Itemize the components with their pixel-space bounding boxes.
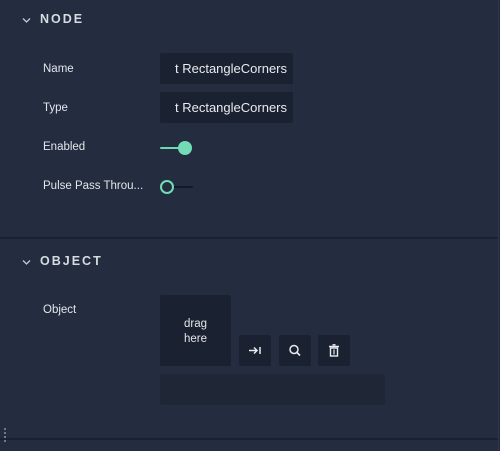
object-label: Object bbox=[43, 304, 77, 316]
section-divider-bottom bbox=[0, 438, 498, 440]
object-drop-zone[interactable]: drag here bbox=[160, 295, 231, 366]
inspector-panel: NODE Name t RectangleCorners Type t Rect… bbox=[0, 0, 499, 451]
enabled-label: Enabled bbox=[43, 141, 86, 153]
type-field[interactable]: t RectangleCorners bbox=[160, 92, 293, 123]
enabled-toggle-knob bbox=[178, 141, 192, 155]
object-section-title: OBJECT bbox=[40, 254, 103, 268]
arrow-to-line-icon bbox=[249, 346, 261, 355]
chevron-down-icon[interactable] bbox=[21, 257, 32, 268]
assign-button[interactable] bbox=[239, 335, 271, 366]
drop-zone-text: drag here bbox=[160, 317, 231, 347]
pulse-toggle-track bbox=[172, 186, 193, 188]
name-label: Name bbox=[43, 63, 74, 75]
chevron-down-icon[interactable] bbox=[21, 15, 32, 26]
pulse-pass-through-toggle[interactable] bbox=[160, 179, 194, 195]
object-section-header[interactable]: OBJECT bbox=[0, 250, 498, 276]
trash-icon bbox=[329, 344, 339, 357]
drop-zone-line-2: here bbox=[183, 333, 208, 345]
enabled-toggle[interactable] bbox=[160, 140, 194, 156]
node-section-title: NODE bbox=[40, 12, 85, 26]
pulse-pass-through-label: Pulse Pass Throu... bbox=[43, 180, 144, 192]
resize-grip-icon[interactable] bbox=[4, 428, 7, 446]
find-button[interactable] bbox=[279, 335, 311, 366]
type-value: t RectangleCorners bbox=[175, 100, 287, 115]
name-field[interactable]: t RectangleCorners bbox=[160, 53, 293, 84]
pulse-toggle-knob bbox=[160, 180, 174, 194]
delete-button[interactable] bbox=[318, 335, 350, 366]
type-label: Type bbox=[43, 102, 68, 114]
drop-zone-line-1: drag bbox=[183, 318, 208, 330]
search-icon bbox=[289, 344, 301, 357]
section-divider bbox=[0, 237, 498, 239]
object-secondary-field[interactable] bbox=[160, 374, 385, 405]
name-value: t RectangleCorners bbox=[175, 61, 287, 76]
node-section-header[interactable]: NODE bbox=[0, 8, 498, 34]
